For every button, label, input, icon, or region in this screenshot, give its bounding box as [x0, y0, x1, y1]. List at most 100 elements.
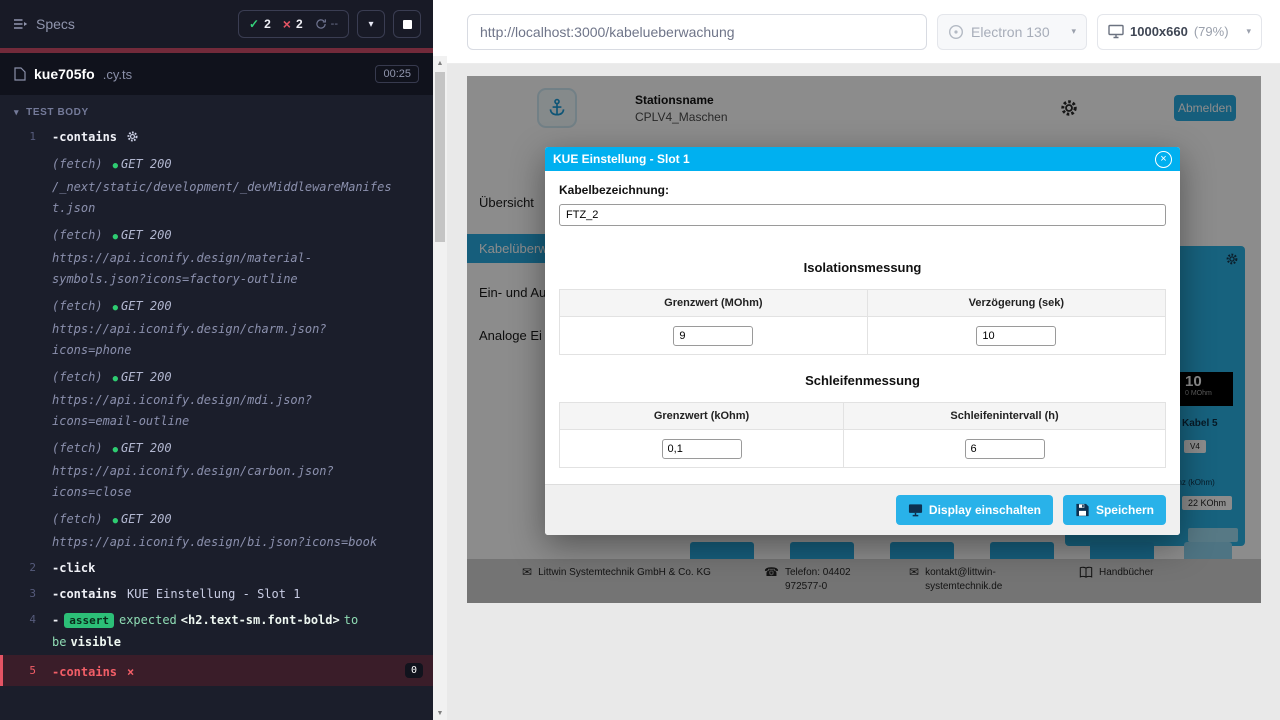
display-on-button[interactable]: Display einschalten: [896, 495, 1053, 525]
network-log-entry[interactable]: (fetch)●GET 200 https://api.iconify.desi…: [0, 505, 433, 555]
command-row[interactable]: 1 -contains: [0, 124, 433, 150]
command-name: -contains: [52, 587, 117, 601]
isolation-delay-input[interactable]: [976, 326, 1056, 346]
status-dot-icon: ●: [113, 161, 118, 171]
browser-select[interactable]: Electron 130 ▾: [937, 14, 1087, 50]
modal-body: Kabelbezeichnung: Isolationsmessung Gren…: [545, 171, 1180, 468]
fetch-label: (fetch): [52, 299, 103, 313]
browser-label: Electron 130: [971, 24, 1050, 40]
save-button[interactable]: Speichern: [1063, 495, 1166, 525]
cable-name-input[interactable]: [559, 204, 1166, 226]
scrollbar-thumb[interactable]: [435, 72, 445, 242]
status-dot-icon: ●: [113, 374, 118, 384]
command-name: -contains: [52, 130, 117, 144]
loop-interval-header: Schleifenintervall (h): [844, 403, 1166, 430]
command-argument: KUE Einstellung - Slot 1: [127, 587, 300, 601]
command-row[interactable]: 3 -contains KUE Einstellung - Slot 1: [0, 581, 433, 607]
fetch-label: (fetch): [52, 370, 103, 384]
url-input[interactable]: [467, 14, 927, 50]
spec-name: kue705fo: [34, 66, 95, 82]
browser-toolbar: Electron 130 ▾ 1000x660 (79%) ▾: [433, 0, 1280, 64]
main-panel: Electron 130 ▾ 1000x660 (79%) ▾ Stations…: [433, 0, 1280, 720]
command-dash: -: [52, 613, 59, 627]
test-body-label: TEST BODY: [26, 107, 89, 118]
isolation-limit-header: Grenzwert (MOhm): [560, 290, 868, 317]
command-row[interactable]: 2 -click: [0, 555, 433, 581]
assert-row[interactable]: 4 -assertexpected<h2.text-sm.font-bold>t…: [0, 607, 433, 655]
attempt-count-badge: 0: [405, 663, 423, 678]
line-number: 4: [0, 609, 52, 653]
specs-menu-icon[interactable]: [12, 16, 28, 32]
monitor-icon: [908, 503, 923, 517]
sidebar-scrollbar[interactable]: ▲ ▼: [433, 56, 447, 720]
network-log-entry[interactable]: (fetch) ●GET 200 https://api.iconify.desi…: [0, 221, 433, 292]
gear-icon: [126, 130, 139, 143]
close-icon[interactable]: ×: [1155, 151, 1172, 168]
modal-title: KUE Einstellung - Slot 1: [553, 152, 690, 166]
fetch-status: GET 200: [121, 299, 172, 313]
spec-extension: .cy.ts: [103, 67, 132, 82]
line-number: 2: [0, 557, 52, 579]
loop-limit-input[interactable]: [662, 439, 742, 459]
viewport-size: 1000x660: [1130, 24, 1188, 39]
cypress-sidebar: Specs ✓2 ×2 -- ▾ kue705fo .cy.ts 00:25 ▾…: [0, 0, 433, 720]
stop-button[interactable]: [393, 10, 421, 38]
fetch-status: GET 200: [121, 370, 172, 384]
test-body-toggle[interactable]: ▾ TEST BODY: [0, 99, 433, 124]
scroll-up-arrow[interactable]: ▲: [433, 56, 447, 70]
kue-settings-modal: KUE Einstellung - Slot 1 × Kabelbezeichn…: [545, 147, 1180, 535]
fetch-url: https://api.iconify.design/mdi.json?icon…: [52, 390, 397, 432]
assert-badge: assert: [64, 613, 114, 628]
loop-interval-input[interactable]: [965, 439, 1045, 459]
failed-command-row[interactable]: 5 -contains× 0: [0, 655, 433, 686]
line-number: 3: [0, 583, 52, 605]
modal-header: KUE Einstellung - Slot 1 ×: [545, 147, 1180, 171]
passed-stat: ✓2: [249, 17, 271, 31]
floppy-save-icon: [1075, 503, 1090, 517]
fetch-status: GET 200: [121, 512, 172, 526]
modal-footer: Display einschalten Speichern: [545, 484, 1180, 535]
spec-file-row[interactable]: kue705fo .cy.ts 00:25: [0, 53, 433, 95]
line-number: 5: [3, 660, 52, 681]
scroll-down-arrow[interactable]: ▼: [433, 706, 447, 720]
loop-limit-header: Grenzwert (kOhm): [560, 403, 844, 430]
chevron-down-icon: ▾: [14, 107, 19, 118]
refresh-icon: [315, 18, 327, 30]
test-stats: ✓2 ×2 --: [238, 10, 349, 38]
save-label: Speichern: [1096, 503, 1154, 517]
check-icon: ✓: [249, 17, 259, 31]
status-dot-icon: ●: [113, 516, 118, 526]
runner-header: Specs ✓2 ×2 -- ▾: [0, 0, 433, 48]
fetch-status: GET 200: [121, 228, 172, 242]
command-log: ▾ TEST BODY 1 -contains (fetch) ●GET 200 …: [0, 95, 433, 720]
fetch-status: GET 200: [121, 441, 172, 455]
fetch-label: (fetch): [52, 157, 103, 171]
specs-title: Specs: [36, 16, 75, 32]
viewport-select[interactable]: 1000x660 (79%) ▾: [1097, 14, 1262, 50]
isolation-limit-input[interactable]: [673, 326, 753, 346]
failed-stat: ×2: [283, 16, 303, 32]
network-log-entry[interactable]: (fetch) ●GET 200 /_next/static/developmen…: [0, 150, 433, 221]
fetch-url: https://api.iconify.design/carbon.json?i…: [52, 461, 397, 503]
network-log-entry[interactable]: (fetch)●GET 200 https://api.iconify.desi…: [0, 434, 433, 505]
status-dot-icon: ●: [113, 232, 118, 242]
line-number: 1: [0, 126, 52, 148]
fetch-label: (fetch): [52, 228, 103, 242]
assert-expectation: visible: [70, 635, 121, 649]
status-dot-icon: ●: [113, 445, 118, 455]
cross-icon: ×: [283, 16, 291, 32]
isolation-delay-header: Verzögerung (sek): [867, 290, 1165, 317]
pending-stat: --: [315, 18, 338, 30]
network-log-entry[interactable]: (fetch)●GET 200 https://api.iconify.desi…: [0, 292, 433, 363]
network-log-entry[interactable]: (fetch) ●GET 200 https://api.iconify.desi…: [0, 363, 433, 434]
collapse-button[interactable]: ▾: [357, 10, 385, 38]
pending-count: --: [331, 18, 338, 30]
document-icon: [14, 67, 26, 81]
display-on-label: Display einschalten: [929, 503, 1041, 517]
fetch-status: GET 200: [121, 157, 172, 171]
fetch-label: (fetch): [52, 512, 103, 526]
chevron-down-icon: ▾: [1071, 26, 1076, 37]
viewport-zoom: (79%): [1194, 24, 1229, 39]
fetch-url: https://api.iconify.design/material-symb…: [52, 248, 397, 290]
fetch-url: /_next/static/development/_devMiddleware…: [52, 177, 397, 219]
